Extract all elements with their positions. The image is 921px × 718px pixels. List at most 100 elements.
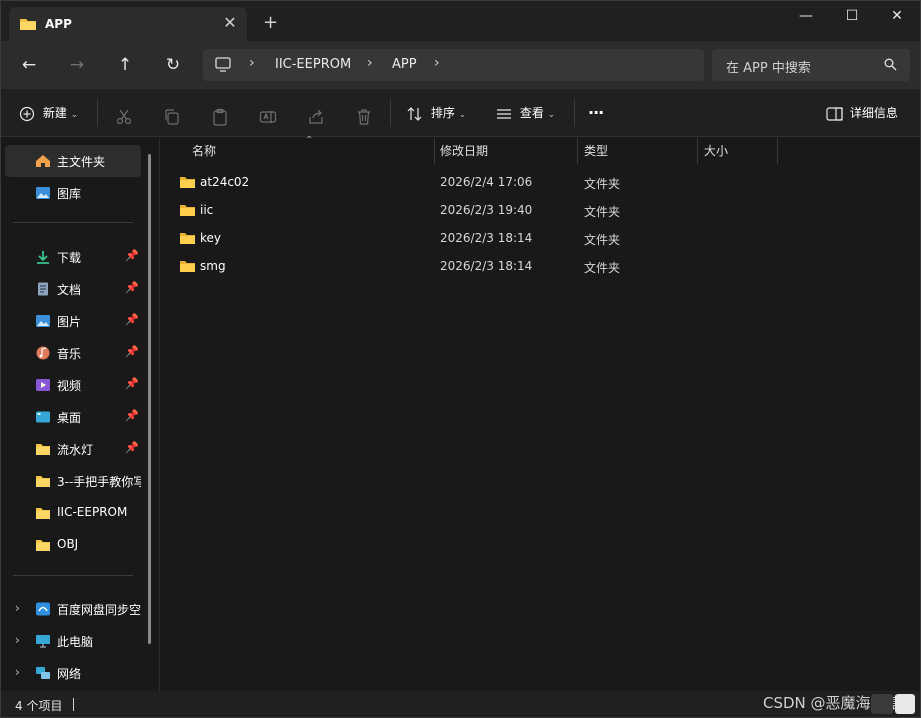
column-divider[interactable]: [777, 138, 778, 164]
sidebar-scrollbar[interactable]: [148, 154, 151, 644]
search-icon: [884, 58, 897, 71]
sidebar-item-documents[interactable]: 文档 📌: [5, 273, 141, 305]
pin-icon[interactable]: 📌: [125, 313, 139, 326]
sidebar-item-folder[interactable]: 3--手把手教你写: [5, 465, 141, 497]
view-icon: [497, 108, 511, 119]
pin-icon[interactable]: 📌: [125, 377, 139, 390]
file-explorer-window: APP ✕ + — ☐ ✕ ← → ↑ ↻ › IIC-EEPROM › APP…: [0, 0, 921, 718]
view-button[interactable]: 查看 ⌄: [496, 101, 555, 125]
search-box[interactable]: 在 APP 中搜索: [712, 49, 910, 81]
sidebar-item-videos[interactable]: 视频 📌: [5, 369, 141, 401]
pin-icon[interactable]: 📌: [125, 409, 139, 422]
pin-icon[interactable]: 📌: [125, 249, 139, 262]
pin-icon[interactable]: 📌: [125, 441, 139, 454]
toolbar-divider: [97, 99, 98, 127]
column-header-type[interactable]: 类型: [584, 138, 608, 164]
sidebar-item-desktop[interactable]: 桌面 📌: [5, 401, 141, 433]
file-row[interactable]: key 2026/2/3 18:14 文件夹: [173, 224, 913, 252]
tab-app[interactable]: APP ✕: [9, 7, 247, 41]
file-row[interactable]: at24c02 2026/2/4 17:06 文件夹: [173, 168, 913, 196]
home-icon: [36, 155, 50, 167]
sort-indicator-icon: ⌃: [305, 135, 314, 146]
up-button[interactable]: ↑: [112, 53, 138, 77]
sidebar-item-label: 图库: [57, 187, 82, 201]
sidebar-item-folder[interactable]: IIC-EEPROM: [5, 497, 141, 529]
chevron-right-icon[interactable]: ›: [15, 601, 20, 615]
sidebar-item-network[interactable]: › 网络: [5, 657, 141, 689]
chevron-right-icon[interactable]: ›: [15, 665, 20, 679]
video-icon: [36, 379, 50, 391]
file-date: 2026/2/3 18:14: [440, 231, 533, 245]
file-type: 文件夹: [584, 233, 621, 247]
sidebar-item-this-pc[interactable]: › 此电脑: [5, 625, 141, 657]
folder-icon: [36, 540, 50, 551]
folder-icon: [36, 508, 50, 519]
sidebar-item-downloads[interactable]: 下载 📌: [5, 241, 141, 273]
title-bar: APP ✕ + — ☐ ✕: [1, 1, 920, 41]
delete-icon[interactable]: [355, 105, 373, 129]
sort-button[interactable]: 排序 ⌄: [407, 101, 466, 125]
navigation-pane: 主文件夹 图库 下载 📌 文档 📌 图片 📌 音乐 📌 视频 📌 桌面 📌 流水…: [1, 138, 160, 691]
forward-button[interactable]: →: [64, 53, 90, 77]
sidebar-item-pictures[interactable]: 图片 📌: [5, 305, 141, 337]
new-tab-button[interactable]: +: [263, 14, 278, 32]
paste-icon[interactable]: [211, 105, 229, 129]
chevron-down-icon: ⌄: [547, 110, 556, 120]
close-button[interactable]: ✕: [874, 1, 920, 33]
details-pane-button[interactable]: 详细信息: [826, 101, 898, 125]
folder-icon: [36, 444, 50, 455]
sort-label: 排序: [430, 106, 455, 120]
picture-icon: [36, 315, 50, 327]
search-placeholder: 在 APP 中搜索: [726, 61, 811, 76]
column-header-size[interactable]: 大小: [704, 138, 728, 164]
desktop-icon: [36, 411, 50, 423]
sidebar-item-folder[interactable]: OBJ: [5, 529, 141, 561]
back-button[interactable]: ←: [16, 53, 42, 77]
sidebar-item-label: 主文件夹: [57, 155, 106, 169]
sidebar-item-label: OBJ: [57, 537, 79, 551]
toolbar-divider: [574, 99, 575, 127]
file-date: 2026/2/3 18:14: [440, 259, 533, 273]
file-row[interactable]: smg 2026/2/3 18:14 文件夹: [173, 252, 913, 280]
pin-icon[interactable]: 📌: [125, 345, 139, 358]
column-header-date[interactable]: 修改日期: [440, 138, 488, 164]
more-options-button[interactable]: ···: [588, 101, 604, 125]
sidebar-item-baidu-netdisk[interactable]: › 百度网盘同步空: [5, 593, 141, 625]
tiles-view-button[interactable]: [895, 694, 915, 714]
column-divider[interactable]: [434, 138, 435, 164]
minimize-button[interactable]: —: [783, 1, 829, 33]
column-divider[interactable]: [697, 138, 698, 164]
cut-icon[interactable]: [115, 105, 133, 129]
address-bar[interactable]: › IIC-EEPROM › APP ›: [203, 49, 704, 81]
column-header-name[interactable]: 名称: [192, 138, 216, 164]
music-icon: [36, 346, 50, 360]
pin-icon[interactable]: 📌: [125, 281, 139, 294]
gallery-icon: [36, 187, 50, 199]
file-row[interactable]: iic 2026/2/3 19:40 文件夹: [173, 196, 913, 224]
network-icon: [36, 667, 50, 679]
tab-close-icon[interactable]: ✕: [221, 14, 239, 32]
breadcrumb-separator: ›: [249, 55, 255, 71]
new-button[interactable]: 新建 ⌄: [19, 101, 78, 125]
breadcrumb-item-iic-eeprom[interactable]: IIC-EEPROM: [275, 57, 351, 72]
maximize-button[interactable]: ☐: [829, 1, 875, 33]
column-divider[interactable]: [577, 138, 578, 164]
rename-icon[interactable]: [259, 105, 277, 129]
copy-icon[interactable]: [163, 105, 181, 129]
refresh-button[interactable]: ↻: [160, 53, 186, 77]
file-name: smg: [200, 259, 226, 273]
folder-icon: [20, 19, 36, 30]
file-type: 文件夹: [584, 261, 621, 275]
share-icon[interactable]: [307, 105, 325, 129]
sidebar-item-folder[interactable]: 流水灯 📌: [5, 433, 141, 465]
sidebar-item-home[interactable]: 主文件夹: [5, 145, 141, 177]
sidebar-item-music[interactable]: 音乐 📌: [5, 337, 141, 369]
chevron-right-icon[interactable]: ›: [15, 633, 20, 647]
breadcrumb-separator[interactable]: ›: [434, 55, 440, 71]
sidebar-item-gallery[interactable]: 图库: [5, 177, 141, 209]
new-label: 新建: [42, 106, 67, 120]
file-list: ⌃ 名称 修改日期 类型 大小 at24c02 2026/2/4 17:06 文…: [161, 135, 920, 691]
breadcrumb-item-app[interactable]: APP: [392, 57, 417, 72]
sidebar-divider: [13, 222, 133, 223]
details-view-button[interactable]: [871, 694, 893, 714]
